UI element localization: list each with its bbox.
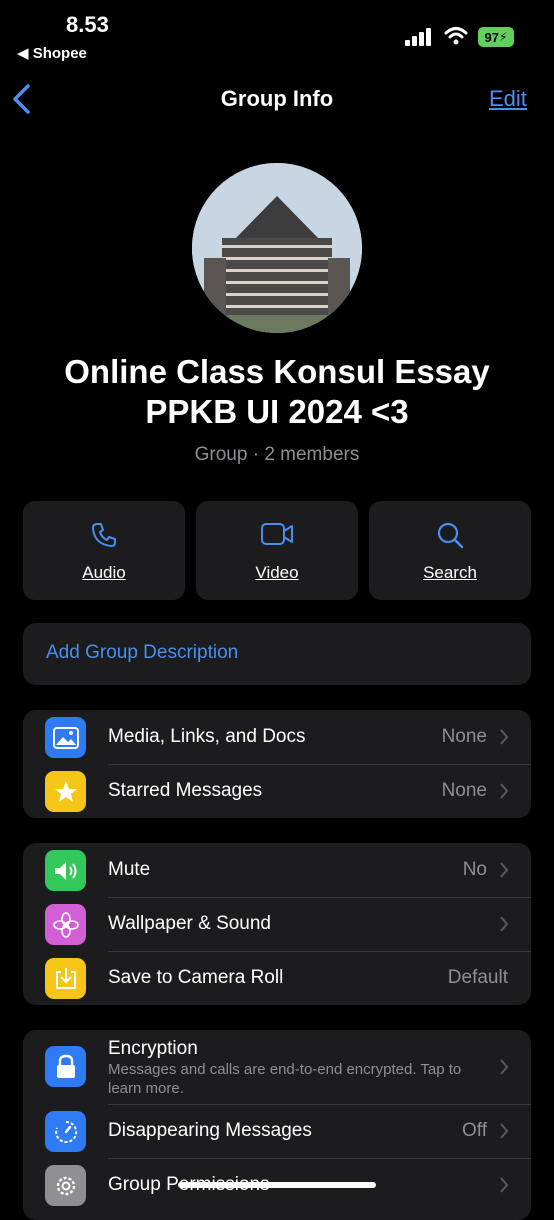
star-icon xyxy=(45,771,86,812)
search-icon xyxy=(437,522,464,549)
cellular-signal-icon xyxy=(405,28,431,46)
encryption-row[interactable]: Encryption Messages and calls are end-to… xyxy=(23,1030,531,1104)
privacy-section: Encryption Messages and calls are end-to… xyxy=(23,1030,531,1220)
video-label: Video xyxy=(255,563,299,582)
video-camera-icon xyxy=(261,523,293,545)
wifi-icon xyxy=(444,27,468,45)
photo-icon xyxy=(45,717,86,758)
media-section: Media, Links, and Docs None Starred Mess… xyxy=(23,710,531,818)
row-label: Mute xyxy=(108,859,151,880)
page-title: Group Info xyxy=(220,86,334,111)
starred-messages-row[interactable]: Starred Messages None xyxy=(23,764,531,818)
lock-icon xyxy=(45,1046,86,1087)
save-to-camera-roll-row[interactable]: Save to Camera Roll Default xyxy=(23,951,531,1005)
group-name: Online Class Konsul Essay PPKB UI 2024 <… xyxy=(20,352,534,432)
encryption-description: Messages and calls are end-to-end encryp… xyxy=(108,1061,462,1097)
chevron-right-icon xyxy=(500,783,509,799)
save-icon xyxy=(45,958,86,999)
battery-indicator: 97 ⚡ xyxy=(478,27,514,47)
group-avatar[interactable] xyxy=(192,163,362,333)
row-value: None xyxy=(441,726,487,747)
audio-button[interactable]: Audio xyxy=(23,501,185,600)
speaker-icon xyxy=(45,850,86,891)
chevron-right-icon xyxy=(500,1177,509,1193)
search-label: Search xyxy=(423,563,477,582)
row-label: Encryption xyxy=(108,1038,198,1059)
row-value: Off xyxy=(462,1120,487,1141)
row-value: Default xyxy=(447,967,508,988)
phone-icon xyxy=(92,523,116,547)
video-button[interactable]: Video xyxy=(196,501,358,600)
group-name-line1: Online Class Konsul Essay xyxy=(64,353,490,390)
row-label: Media, Links, and Docs xyxy=(108,726,306,747)
add-description-label: Add Group Description xyxy=(46,642,239,663)
settings-section: Mute No Wallpaper & Sound Save to Camera… xyxy=(23,843,531,1005)
flower-icon xyxy=(45,904,86,945)
row-label: Wallpaper & Sound xyxy=(108,913,272,934)
chevron-right-icon xyxy=(500,1059,509,1075)
wallpaper-sound-row[interactable]: Wallpaper & Sound xyxy=(23,897,531,951)
chevron-right-icon xyxy=(500,729,509,745)
row-label: Disappearing Messages xyxy=(108,1120,312,1141)
audio-label: Audio xyxy=(82,563,126,582)
chevron-right-icon xyxy=(500,916,509,932)
battery-level: 97 xyxy=(484,29,500,45)
group-name-line2: PPKB UI 2024 <3 xyxy=(145,393,409,430)
search-button[interactable]: Search xyxy=(369,501,531,600)
status-time: 8.53 xyxy=(66,12,109,37)
row-label: Starred Messages xyxy=(108,780,263,801)
chevron-right-icon xyxy=(500,1123,509,1139)
media-links-docs-row[interactable]: Media, Links, and Docs None xyxy=(23,710,531,764)
back-to-app-link[interactable]: ◀ Shopee xyxy=(17,44,87,62)
group-subtitle: Group · 2 members xyxy=(194,444,360,465)
row-value: None xyxy=(441,780,487,801)
mute-row[interactable]: Mute No xyxy=(23,843,531,897)
edit-button[interactable]: Edit xyxy=(489,86,527,112)
row-label: Save to Camera Roll xyxy=(108,967,284,988)
home-indicator[interactable] xyxy=(178,1182,376,1188)
disappearing-messages-row[interactable]: Disappearing Messages Off xyxy=(23,1104,531,1158)
chevron-right-icon xyxy=(500,862,509,878)
timer-icon xyxy=(45,1111,86,1152)
add-group-description-button[interactable]: Add Group Description xyxy=(23,623,531,685)
row-value: No xyxy=(462,859,487,880)
